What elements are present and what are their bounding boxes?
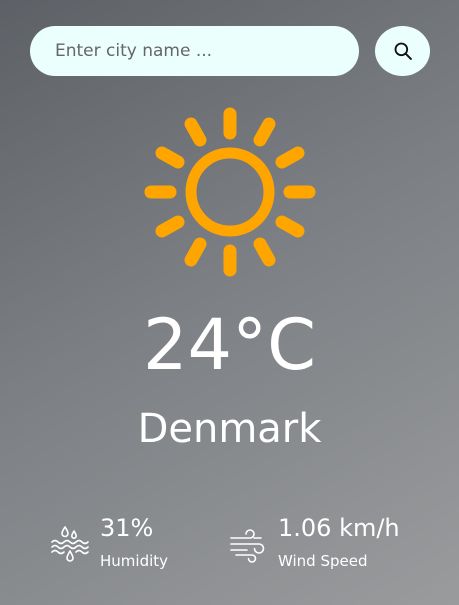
humidity-detail: 31% Humidity bbox=[50, 510, 215, 580]
humidity-label: Humidity bbox=[100, 552, 169, 570]
weather-card: 24°C Denmark 31% Humidity bbox=[0, 0, 459, 605]
humidity-value: 31% bbox=[100, 514, 154, 542]
wind-detail: 1.06 km/h Wind Speed bbox=[228, 510, 428, 580]
temperature: 24°C bbox=[143, 304, 316, 386]
wind-speed-label: Wind Speed bbox=[278, 552, 368, 570]
humidity-icon bbox=[51, 526, 89, 562]
sun-icon bbox=[144, 107, 316, 277]
wind-icon bbox=[230, 529, 265, 563]
city-search-input[interactable] bbox=[30, 26, 359, 76]
city-name: Denmark bbox=[137, 406, 322, 452]
search-icon bbox=[394, 42, 412, 60]
search-bar bbox=[30, 26, 430, 76]
search-button[interactable] bbox=[375, 26, 430, 76]
wind-speed-value: 1.06 km/h bbox=[278, 514, 400, 542]
